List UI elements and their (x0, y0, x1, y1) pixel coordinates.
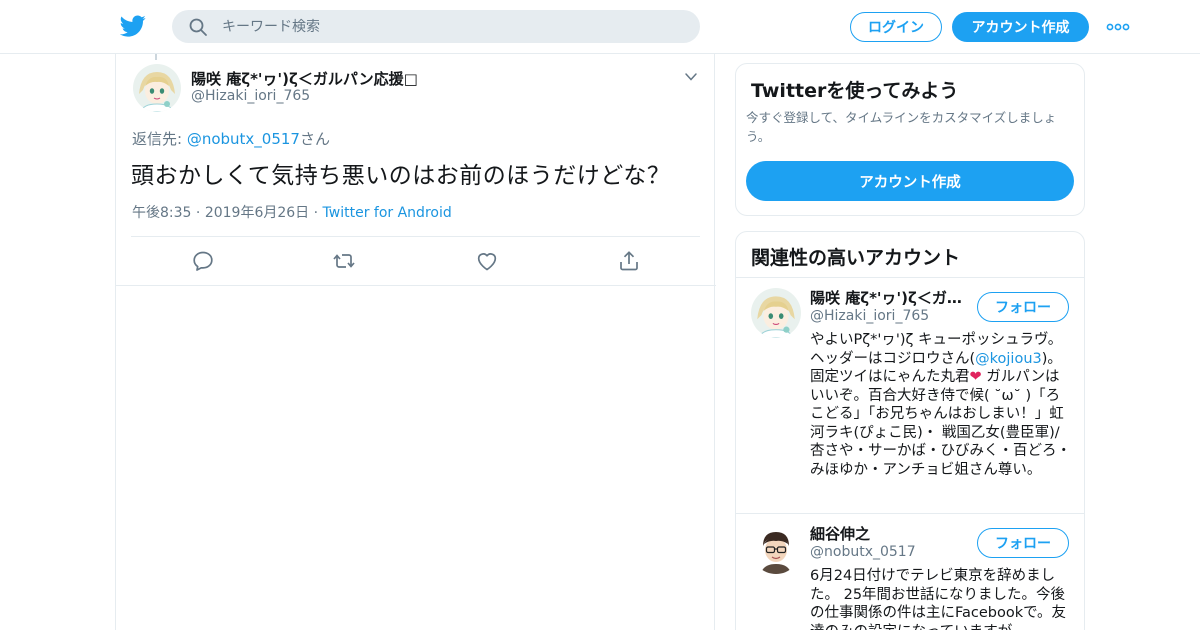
signup-promo-card: Twitterを使ってみよう 今すぐ登録して、タイムラインをカスタマイズしましょ… (735, 63, 1085, 216)
reply-mention-link[interactable]: @nobutx_0517 (187, 130, 300, 148)
retweet-icon[interactable] (332, 249, 356, 273)
account-name[interactable]: 細谷伸之 (810, 523, 970, 544)
account-handle[interactable]: @Hizaki_iori_765 (810, 308, 929, 324)
top-navigation-bar: ログイン アカウント作成 (0, 0, 1200, 54)
avatar[interactable] (751, 524, 801, 574)
divider (736, 513, 1084, 514)
chevron-down-icon[interactable] (684, 70, 698, 84)
meta-separator: · (195, 205, 201, 221)
avatar[interactable] (751, 288, 801, 338)
related-accounts-card: 関連性の高いアカウント 陽咲 庵ζ*'ヮ')ζ＜ガルパン応援□ @Hizaki_… (735, 231, 1085, 630)
account-handle[interactable]: @nobutx_0517 (810, 544, 916, 560)
divider (131, 236, 700, 237)
meta-separator: · (313, 205, 319, 221)
account-name[interactable]: 陽咲 庵ζ*'ヮ')ζ＜ガルパン応援□ (810, 287, 970, 308)
account-bio: やよいPζ*'ヮ')ζ キューポッシュラヴ。ヘッダーはコジロウさん(@kojio… (810, 331, 1072, 479)
tweet-time[interactable]: 午後8:35 (132, 205, 191, 221)
tweet-author-handle[interactable]: @Hizaki_iori_765 (191, 88, 310, 104)
like-icon[interactable] (475, 249, 499, 273)
reply-suffix: さん (299, 130, 330, 148)
login-button[interactable]: ログイン (850, 12, 942, 42)
tweet-column: 陽咲 庵ζ*'ヮ')ζ＜ガルパン応援□ @Hizaki_iori_765 返信先… (115, 54, 716, 630)
search-box[interactable] (172, 10, 700, 43)
reply-icon[interactable] (191, 249, 215, 273)
promo-description: 今すぐ登録して、タイムラインをカスタマイズしましょう。 (746, 110, 1057, 144)
promo-signup-button[interactable]: アカウント作成 (746, 161, 1074, 201)
tweet-author-name[interactable]: 陽咲 庵ζ*'ヮ')ζ＜ガルパン応援□ (191, 68, 418, 89)
divider (116, 285, 716, 286)
twitter-bird-icon[interactable] (120, 13, 146, 39)
search-input[interactable] (222, 10, 682, 43)
avatar[interactable] (133, 64, 181, 112)
account-bio: 6月24日付けでテレビ東京を辞めました。 25年間お世話になりました。今後の仕事… (810, 568, 1067, 630)
tweet-date[interactable]: 2019年6月26日 (205, 205, 309, 221)
reply-context: 返信先: @nobutx_0517さん (132, 128, 330, 149)
tweet-actions (116, 249, 716, 275)
bio-mention-link[interactable]: @kojiou3 (975, 351, 1042, 367)
tweet-metadata: 午後8:35 · 2019年6月26日 · Twitter for Androi… (132, 202, 452, 222)
divider (736, 277, 1084, 278)
reply-prefix: 返信先: (132, 130, 187, 148)
thread-connector (155, 54, 157, 60)
more-dots-icon[interactable] (1106, 20, 1130, 34)
related-accounts-title: 関連性の高いアカウント (751, 247, 961, 269)
share-icon[interactable] (617, 249, 641, 273)
follow-button[interactable]: フォロー (977, 292, 1069, 322)
tweet-source-link[interactable]: Twitter for Android (323, 205, 452, 221)
heart-emoji-icon: ❤ (969, 369, 982, 385)
follow-button[interactable]: フォロー (977, 528, 1069, 558)
promo-title: Twitterを使ってみよう (751, 80, 959, 102)
bio-text: ガルパンはいいぞ。百合大好き侍で候( ˘ω˘ )「ろこどる」「お兄ちゃんはおしま… (810, 369, 1071, 478)
signup-button[interactable]: アカウント作成 (952, 12, 1089, 42)
tweet-text: 頭おかしくて気持ち悪いのはお前のほうだけどな？ (131, 163, 671, 189)
search-icon (189, 18, 207, 36)
